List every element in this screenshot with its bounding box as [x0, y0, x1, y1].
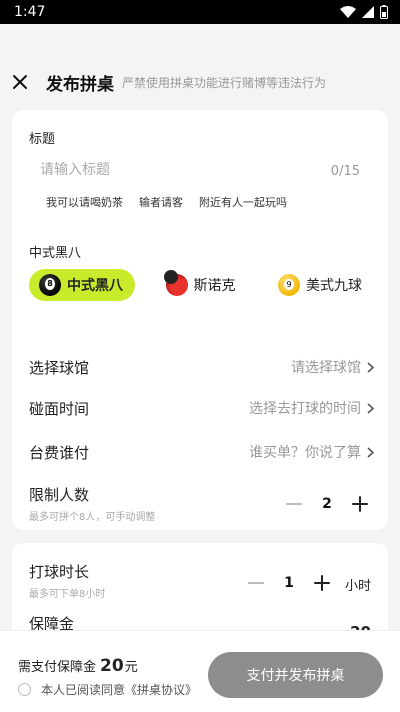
- game-type-option-label: 中式黑八: [67, 278, 123, 294]
- minus-icon: [286, 503, 302, 505]
- duration-hint: 最多可下单8小时: [29, 589, 106, 600]
- game-type-option-label: 斯诺克: [193, 278, 236, 294]
- pay-amount: 20: [100, 656, 124, 676]
- eight-ball-icon: [39, 274, 61, 296]
- snooker-ball-icon: [163, 270, 188, 296]
- status-icons: [340, 5, 388, 19]
- game-type-snooker[interactable]: 斯诺克: [156, 269, 248, 301]
- suggestion-chip[interactable]: 附近有人一起玩吗: [199, 194, 287, 210]
- bottom-bar: 需支付保障金 20 元 本人已阅读同意《拼桌协议》 支付并发布拼桌: [0, 630, 400, 712]
- page-subtitle: 严禁使用拼桌功能进行赌博等违法行为: [122, 75, 327, 90]
- status-bar: 1:47: [0, 0, 400, 24]
- duration-stepper: 1: [248, 575, 330, 591]
- venue-value-wrap: 请选择球馆: [291, 357, 374, 377]
- form-card: 标题 0/15 我可以请喝奶茶 输者请客 附近有人一起玩吗 中式黑八 中式黑八 …: [12, 110, 388, 530]
- plus-icon-bar: [321, 575, 323, 591]
- limit-stepper: 2: [286, 496, 368, 512]
- suggestion-chip[interactable]: 输者请客: [139, 194, 183, 210]
- meet-time-value-wrap: 选择去打球的时间: [249, 398, 374, 418]
- status-time: 1:47: [14, 4, 46, 20]
- payer-value: 谁买单？你说了算: [249, 445, 361, 461]
- wifi-icon: [340, 6, 356, 18]
- title-input[interactable]: [40, 162, 300, 178]
- limit-increment-button[interactable]: [352, 496, 368, 512]
- game-type-eight-ball[interactable]: 中式黑八: [29, 269, 135, 301]
- game-type-option-label: 美式九球: [306, 278, 362, 294]
- page-title: 发布拼桌: [46, 74, 114, 95]
- nine-ball-icon: [278, 274, 300, 296]
- venue-row[interactable]: 选择球馆 请选择球馆: [29, 355, 374, 379]
- meet-time-row[interactable]: 碰面时间 选择去打球的时间: [29, 396, 374, 420]
- close-button[interactable]: [10, 72, 30, 92]
- payer-row[interactable]: 台费谁付 谁买单？你说了算: [29, 440, 374, 464]
- chevron-right-icon: [367, 402, 374, 414]
- agreement-radio[interactable]: [18, 683, 31, 696]
- chevron-right-icon: [367, 446, 374, 458]
- game-type-label: 中式黑八: [29, 246, 82, 261]
- limit-label: 限制人数: [29, 486, 90, 504]
- close-icon: [13, 75, 27, 89]
- duration-label: 打球时长: [29, 563, 90, 581]
- title-counter: 0/15: [330, 164, 360, 179]
- duration-increment-button[interactable]: [314, 575, 330, 591]
- pay-unit: 元: [124, 660, 138, 675]
- chevron-right-icon: [367, 361, 374, 373]
- title-suggestions: 我可以请喝奶茶 输者请客 附近有人一起玩吗: [46, 194, 287, 210]
- meet-time-label: 碰面时间: [29, 399, 90, 418]
- title-label: 标题: [29, 132, 56, 147]
- agreement-row[interactable]: 本人已阅读同意《拼桌协议》: [18, 681, 197, 698]
- minus-icon: [248, 582, 264, 584]
- duration-unit: 小时: [344, 579, 371, 594]
- page-header: 发布拼桌 严禁使用拼桌功能进行赌博等违法行为: [0, 62, 400, 102]
- meet-time-value: 选择去打球的时间: [249, 401, 361, 417]
- submit-button[interactable]: 支付并发布拼桌: [208, 652, 383, 698]
- limit-decrement-button[interactable]: [286, 496, 302, 512]
- limit-value: 2: [322, 496, 332, 512]
- signal-icon: [362, 6, 374, 18]
- game-type-nine-ball[interactable]: 美式九球: [268, 269, 374, 301]
- game-type-selector: 中式黑八 斯诺克 美式九球: [29, 269, 374, 301]
- payer-label: 台费谁付: [29, 443, 90, 462]
- duration-decrement-button[interactable]: [248, 575, 264, 591]
- payer-value-wrap: 谁买单？你说了算: [249, 442, 374, 462]
- battery-icon: [380, 5, 388, 19]
- venue-value: 请选择球馆: [291, 360, 361, 376]
- pay-summary: 需支付保障金 20 元: [18, 656, 138, 676]
- venue-label: 选择球馆: [29, 358, 90, 377]
- suggestion-chip[interactable]: 我可以请喝奶茶: [46, 194, 123, 210]
- agreement-text: 本人已阅读同意《拼桌协议》: [41, 683, 198, 697]
- limit-hint: 最多可拼个8人，可手动调整: [29, 512, 156, 523]
- duration-value: 1: [284, 575, 294, 591]
- pay-label: 需支付保障金: [18, 660, 97, 675]
- plus-icon-bar: [359, 496, 361, 512]
